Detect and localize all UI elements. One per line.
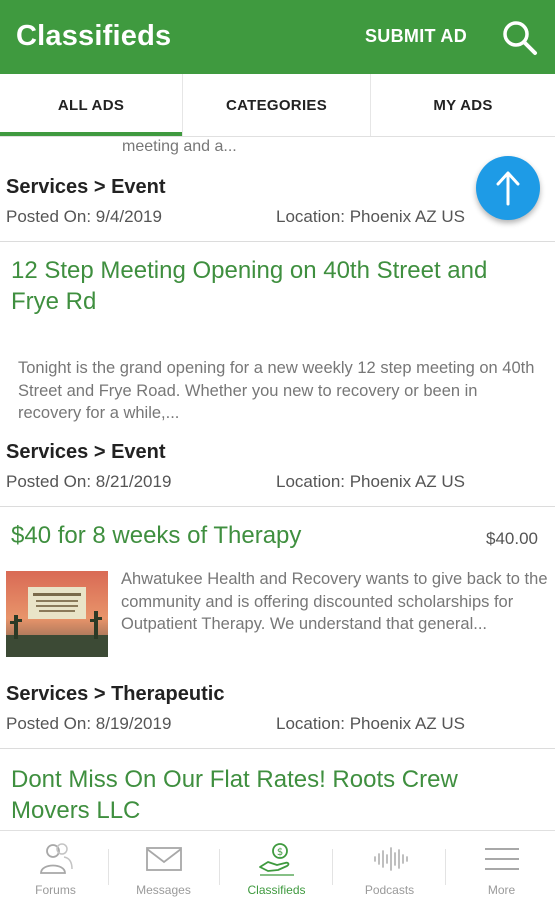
- nav-label: Classifieds: [247, 883, 306, 897]
- nav-label: Podcasts: [364, 883, 415, 897]
- tab-my-ads[interactable]: MY ADS: [370, 74, 555, 136]
- submit-ad-button[interactable]: SUBMIT AD: [365, 26, 467, 47]
- listing-title[interactable]: $40 for 8 weeks of Therapy: [11, 520, 541, 551]
- nav-messages[interactable]: Messages: [108, 831, 219, 900]
- people-icon: [39, 843, 73, 874]
- bottom-navigation: Forums Messages $ Classifieds Podcasts M…: [0, 830, 555, 900]
- app-bar: Classifieds SUBMIT AD: [0, 0, 555, 74]
- listing-location: Location: Phoenix AZ US: [276, 714, 466, 733]
- tab-categories[interactable]: CATEGORIES: [182, 74, 370, 136]
- listing-posted-date: Posted On: 8/19/2019: [6, 714, 172, 733]
- nav-label: More: [487, 883, 516, 897]
- divider: [0, 506, 555, 507]
- listing-snippet: meeting and a...: [122, 138, 237, 155]
- nav-classifieds[interactable]: $ Classifieds: [221, 831, 332, 900]
- nav-separator: [219, 849, 220, 885]
- listing-price: $40.00: [486, 529, 538, 548]
- listing-description: Tonight is the grand opening for a new w…: [18, 359, 535, 422]
- tab-all-ads[interactable]: ALL ADS: [0, 74, 182, 136]
- svg-text:$: $: [276, 847, 282, 858]
- hand-dollar-icon: $: [258, 843, 294, 876]
- divider: [0, 241, 555, 242]
- search-icon[interactable]: [500, 18, 540, 58]
- active-tab-indicator: [0, 132, 182, 136]
- listing-category: Services > Event: [6, 441, 166, 463]
- tab-bar: ALL ADS CATEGORIES MY ADS: [0, 74, 555, 137]
- listing-title[interactable]: Dont Miss On Our Flat Rates! Roots Crew …: [11, 764, 541, 826]
- nav-label: Messages: [136, 883, 191, 897]
- listing-location: Location: Phoenix AZ US: [276, 207, 466, 226]
- nav-label: Forums: [35, 883, 76, 897]
- nav-podcasts[interactable]: Podcasts: [334, 831, 445, 900]
- nav-more[interactable]: More: [446, 831, 555, 900]
- nav-forums[interactable]: Forums: [0, 831, 111, 900]
- listing-posted-date: Posted On: 8/21/2019: [6, 472, 172, 491]
- arrow-up-icon: [496, 171, 520, 206]
- menu-icon: [484, 848, 519, 870]
- listing-thumbnail[interactable]: [6, 571, 108, 657]
- divider: [0, 748, 555, 749]
- page-title: Classifieds: [16, 20, 172, 52]
- listing-category: Services > Therapeutic: [6, 683, 225, 705]
- audio-wave-icon: [373, 847, 408, 871]
- listing-posted-date: Posted On: 9/4/2019: [6, 207, 162, 226]
- listing-category: Services > Event: [6, 176, 166, 198]
- listing-feed[interactable]: meeting and a... Services > Event Posted…: [0, 137, 555, 830]
- listing-description: Ahwatukee Health and Recovery wants to g…: [121, 570, 548, 633]
- listing-location: Location: Phoenix AZ US: [276, 472, 466, 491]
- scroll-to-top-button[interactable]: [476, 156, 540, 220]
- nav-separator: [332, 849, 333, 885]
- listing-title[interactable]: 12 Step Meeting Opening on 40th Street a…: [11, 255, 541, 317]
- envelope-icon: [145, 847, 182, 871]
